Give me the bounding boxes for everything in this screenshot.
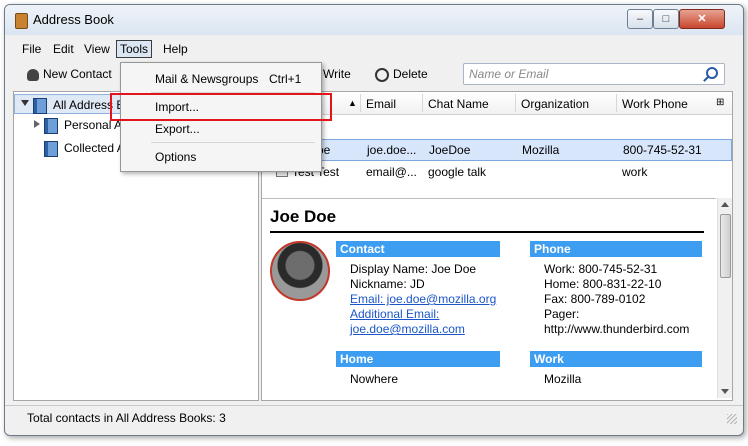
- contacts-pane: e ▲ Email Chat Name Organization Work Ph…: [261, 91, 733, 401]
- new-contact-icon: [27, 68, 39, 81]
- menu-item-label: Options: [155, 150, 197, 164]
- menu-separator: [151, 142, 315, 143]
- address-book-window: Address Book – □ ✕ File Edit View Tools …: [4, 4, 744, 436]
- menu-item-label: Export...: [155, 122, 200, 136]
- work-phone: Work: 800-745-52-31: [544, 262, 658, 276]
- menu-item-shortcut: Ctrl+1: [269, 72, 302, 86]
- status-text: Total contacts in All Address Books: 3: [27, 411, 226, 425]
- cell-work-phone: work: [622, 165, 648, 179]
- fax: Fax: 800-789-0102: [544, 292, 646, 306]
- tree-item-label: Collected A: [64, 141, 125, 155]
- avatar: [270, 241, 330, 301]
- search-placeholder: Name or Email: [469, 67, 549, 81]
- table-row[interactable]: oe joe.doe... JoeDoe Mozilla 800-745-52-…: [262, 139, 732, 161]
- write-label: Write: [323, 67, 351, 81]
- write-button[interactable]: Write: [323, 67, 351, 81]
- menu-edit[interactable]: Edit: [50, 41, 77, 57]
- column-divider: [360, 94, 361, 112]
- cell-chat-name: google talk: [428, 165, 487, 179]
- contact-name-heading: Joe Doe: [270, 207, 337, 226]
- new-contact-label: New Contact: [43, 67, 112, 81]
- column-email[interactable]: Email: [366, 97, 396, 111]
- scrollbar-thumb[interactable]: [720, 214, 731, 278]
- section-work: Work: [530, 351, 702, 367]
- cell-work-phone: 800-745-52-31: [623, 143, 702, 157]
- column-organization[interactable]: Organization: [521, 97, 589, 111]
- menu-item-label: Mail & Newsgroups: [155, 72, 259, 86]
- status-bar: Total contacts in All Address Books: 3: [5, 405, 743, 430]
- delete-icon: [375, 67, 389, 82]
- nickname: Nickname: JD: [350, 277, 425, 291]
- close-button[interactable]: ✕: [679, 9, 725, 29]
- cell-chat-name: JoeDoe: [429, 143, 471, 157]
- delete-button[interactable]: Delete: [375, 67, 428, 82]
- menu-item-export[interactable]: Export...: [121, 118, 321, 140]
- menu-item-mail-newsgroups[interactable]: Mail & Newsgroups Ctrl+1: [121, 68, 321, 90]
- address-book-icon: [44, 141, 58, 157]
- address-book-icon: [44, 118, 58, 134]
- new-contact-button[interactable]: New Contact: [27, 67, 112, 81]
- menu-help[interactable]: Help: [160, 41, 191, 57]
- home-address: Nowhere: [350, 372, 399, 386]
- menu-view[interactable]: View: [81, 41, 113, 57]
- title-bar: Address Book – □ ✕: [5, 5, 743, 35]
- home-phone: Home: 800-831-22-10: [544, 277, 662, 291]
- column-picker-icon[interactable]: ⊞: [716, 97, 724, 108]
- section-home: Home: [336, 351, 500, 367]
- website: http://www.thunderbird.com: [544, 322, 690, 336]
- cell-email: joe.doe...: [367, 143, 417, 157]
- maximize-button[interactable]: □: [653, 9, 679, 29]
- menu-bar: File Edit View Tools Help: [5, 37, 743, 59]
- sort-ascending-icon[interactable]: ▲: [348, 98, 357, 108]
- scroll-down-arrow-icon[interactable]: [721, 389, 729, 394]
- menu-file[interactable]: File: [19, 41, 44, 57]
- search-icon[interactable]: [706, 67, 718, 79]
- table-row[interactable]: Test Test email@... google talk work: [262, 162, 730, 182]
- display-name: Display Name: Joe Doe: [350, 262, 477, 276]
- address-book-icon: [33, 98, 47, 114]
- resize-grip-icon[interactable]: [727, 414, 737, 424]
- heading-rule: [270, 231, 704, 233]
- delete-label: Delete: [393, 67, 428, 81]
- additional-email-link[interactable]: joe.doe@mozilla.com: [350, 322, 465, 336]
- scroll-up-arrow-icon[interactable]: [721, 202, 729, 207]
- additional-email-label[interactable]: Additional Email:: [350, 307, 439, 321]
- minimize-button[interactable]: –: [627, 9, 653, 29]
- search-input[interactable]: Name or Email: [463, 63, 725, 85]
- contact-detail: Joe Doe Contact Display Name: Joe Doe Ni…: [262, 198, 716, 399]
- detail-scrollbar[interactable]: [717, 198, 732, 398]
- work-company: Mozilla: [544, 372, 582, 386]
- import-highlight-box: [110, 93, 332, 121]
- table-row[interactable]: t: [262, 116, 730, 136]
- cell-organization: Mozilla: [522, 143, 560, 157]
- window-title: Address Book: [33, 12, 114, 27]
- section-phone: Phone: [530, 241, 702, 257]
- column-chat-name[interactable]: Chat Name: [428, 97, 489, 111]
- address-book-app-icon: [15, 13, 28, 29]
- collapse-arrow-icon[interactable]: [21, 100, 29, 106]
- column-header: e ▲ Email Chat Name Organization Work Ph…: [262, 92, 732, 115]
- column-divider: [616, 94, 617, 112]
- email-link[interactable]: Email: joe.doe@mozilla.org: [350, 292, 496, 306]
- column-divider: [515, 94, 516, 112]
- pager: Pager:: [544, 307, 580, 321]
- expand-arrow-icon[interactable]: [34, 120, 40, 128]
- cell-email: email@...: [366, 165, 417, 179]
- section-contact: Contact: [336, 241, 500, 257]
- menu-item-options[interactable]: Options: [121, 146, 321, 168]
- column-work-phone[interactable]: Work Phone: [622, 97, 688, 111]
- column-divider: [422, 94, 423, 112]
- menu-tools[interactable]: Tools: [116, 40, 153, 58]
